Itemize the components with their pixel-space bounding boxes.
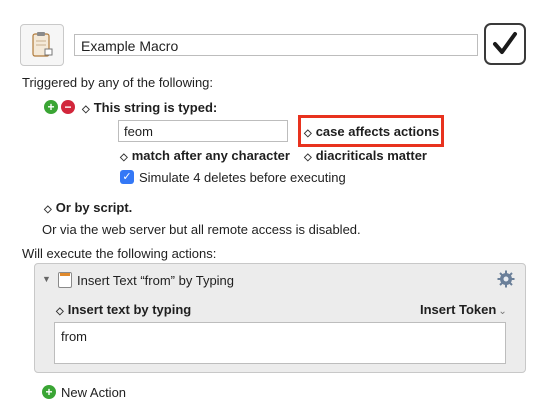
script-trigger-popup[interactable]: ◇ Or by script. xyxy=(44,200,132,215)
simulate-deletes-checkbox[interactable]: ✓ xyxy=(120,170,134,184)
insert-text-area[interactable]: from xyxy=(54,322,506,364)
diacritics-option-popup[interactable]: ◇ diacriticals matter xyxy=(304,148,427,163)
match-option-popup[interactable]: ◇ match after any character xyxy=(120,148,290,163)
plus-icon[interactable]: + xyxy=(44,100,58,114)
macro-name-field[interactable]: Example Macro xyxy=(74,34,478,56)
macro-icon[interactable] xyxy=(20,24,64,66)
popup-chevron-icon: ◇ xyxy=(44,204,52,215)
popup-chevron-icon: ◇ xyxy=(56,306,64,317)
web-server-note: Or via the web server but all remote acc… xyxy=(42,222,361,237)
checkmark-icon xyxy=(493,32,517,54)
insert-mode-label: Insert text by typing xyxy=(67,302,192,317)
macro-enabled-checkbox[interactable] xyxy=(484,23,526,65)
new-action-button[interactable]: New Action xyxy=(61,385,126,400)
insert-mode-popup[interactable]: ◇ Insert text by typing xyxy=(56,302,191,317)
clipboard-icon xyxy=(32,32,53,57)
insert-token-menu[interactable]: Insert Token ⌄ xyxy=(420,302,507,317)
trigger-heading: Triggered by any of the following: xyxy=(22,75,214,90)
minus-icon[interactable]: − xyxy=(61,100,75,114)
disclosure-triangle-icon[interactable]: ▼ xyxy=(42,274,51,284)
actions-heading: Will execute the following actions: xyxy=(22,246,217,261)
simulate-deletes-label: Simulate 4 deletes before executing xyxy=(139,170,346,185)
case-option-label: case affects actions xyxy=(315,124,440,139)
script-trigger-label: Or by script. xyxy=(55,200,133,215)
new-action-plus-icon[interactable]: + xyxy=(42,385,56,399)
typed-string-field[interactable]: feom xyxy=(118,120,288,142)
trigger-type-label: This string is typed: xyxy=(93,100,218,115)
chevron-down-icon: ⌄ xyxy=(498,306,507,317)
insert-text-icon xyxy=(58,272,72,288)
case-option-popup[interactable]: ◇ case affects actions xyxy=(304,124,439,139)
popup-chevron-icon: ◇ xyxy=(304,152,312,163)
match-option-label: match after any character xyxy=(131,148,290,163)
gear-icon[interactable] xyxy=(497,270,515,291)
insert-token-label: Insert Token xyxy=(420,302,497,317)
action-title[interactable]: Insert Text “from” by Typing xyxy=(77,273,234,288)
popup-chevron-icon: ◇ xyxy=(120,152,128,163)
trigger-type-popup[interactable]: ◇ This string is typed: xyxy=(82,100,217,115)
diacritics-option-label: diacriticals matter xyxy=(315,148,427,163)
popup-chevron-icon: ◇ xyxy=(304,128,312,139)
popup-chevron-icon: ◇ xyxy=(82,104,90,115)
